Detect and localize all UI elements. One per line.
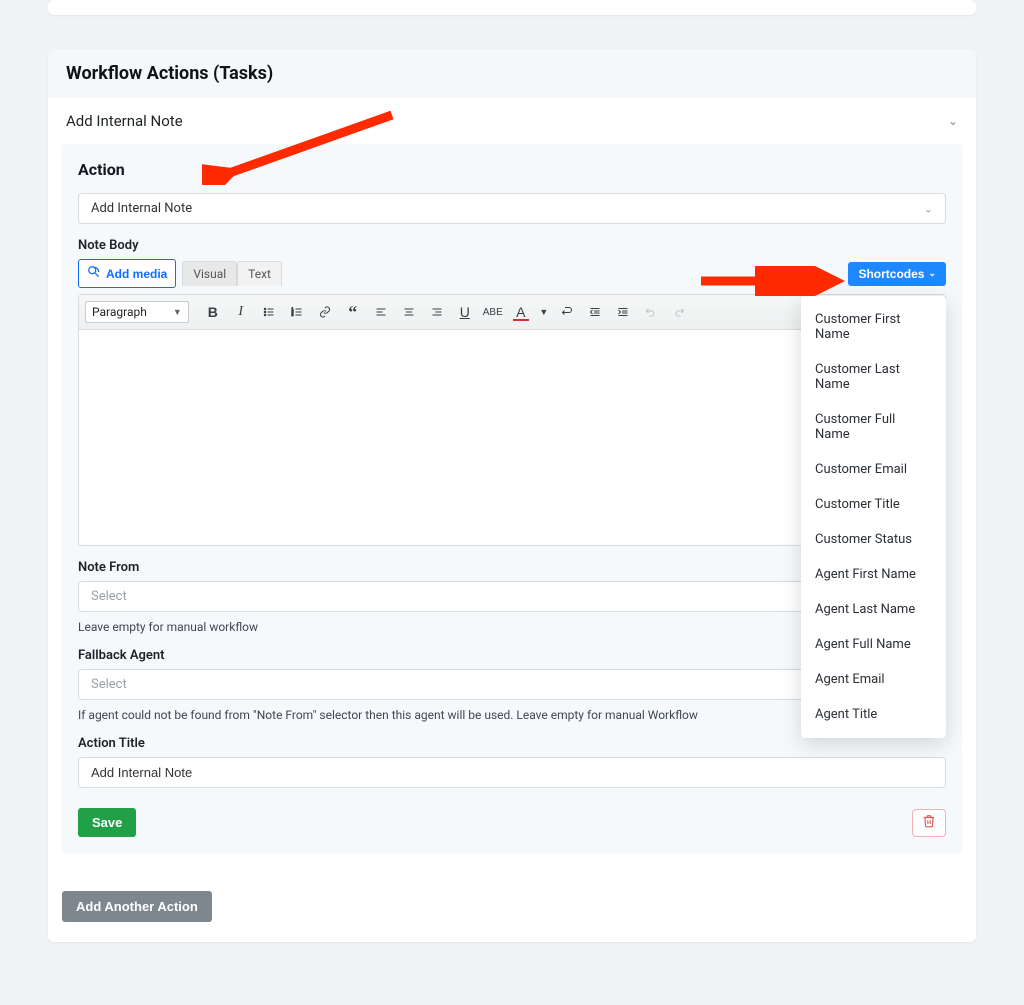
shortcode-item[interactable]: Agent Email [801, 662, 946, 697]
accordion-title: Add Internal Note [66, 112, 183, 130]
chevron-down-icon: ⌄ [924, 202, 933, 215]
blockquote-button[interactable]: “ [341, 300, 365, 324]
annotation-arrow-shortcodes [696, 266, 856, 296]
chevron-down-icon: ⌄ [928, 268, 936, 279]
action-title-input[interactable] [78, 757, 946, 788]
align-right-button[interactable] [425, 300, 449, 324]
panel-title: Workflow Actions (Tasks) [48, 49, 976, 98]
align-center-button[interactable] [397, 300, 421, 324]
tab-visual[interactable]: Visual [182, 261, 237, 286]
save-row: Save [78, 808, 946, 837]
text-color-dropdown[interactable]: ▼ [537, 300, 551, 324]
shortcode-item[interactable]: Customer Status [801, 522, 946, 557]
shortcodes-button[interactable]: Shortcodes ⌄ [848, 262, 946, 286]
strikethrough-button[interactable]: ABE [481, 300, 505, 324]
shortcode-item[interactable]: Agent Title [801, 697, 946, 732]
editor-left-tools: Add media Visual Text [78, 259, 282, 288]
outdent-button[interactable] [583, 300, 607, 324]
action-select[interactable]: Add Internal Note ⌄ [78, 193, 946, 224]
trash-icon [922, 814, 936, 831]
media-icon [87, 265, 101, 282]
clear-formatting-button[interactable] [555, 300, 579, 324]
format-select-value: Paragraph [92, 305, 147, 319]
bullet-list-button[interactable] [257, 300, 281, 324]
add-media-label: Add media [106, 267, 167, 281]
action-heading: Action [78, 160, 946, 179]
action-title-label: Action Title [78, 736, 946, 751]
shortcode-item[interactable]: Customer Last Name [801, 352, 946, 402]
note-body-label: Note Body [78, 238, 946, 253]
align-left-button[interactable] [369, 300, 393, 324]
workflow-actions-panel: Workflow Actions (Tasks) Add Internal No… [48, 49, 976, 942]
format-select[interactable]: Paragraph ▼ [85, 301, 189, 323]
action-accordion-header[interactable]: Add Internal Note ⌄ [48, 98, 976, 144]
save-button[interactable]: Save [78, 808, 136, 837]
shortcode-item[interactable]: Customer Title [801, 487, 946, 522]
editor-top-row: Add media Visual Text [78, 259, 946, 288]
text-color-button[interactable]: A [509, 300, 533, 324]
chevron-down-icon: ▼ [173, 307, 182, 318]
svg-text:3: 3 [291, 313, 293, 317]
italic-button[interactable]: I [229, 300, 253, 324]
shortcodes-wrapper: Shortcodes ⌄ Customer First Name Custome… [848, 262, 946, 286]
action-select-value: Add Internal Note [91, 201, 192, 216]
action-body: Action Add Internal Note ⌄ Note Body Add… [62, 144, 962, 853]
shortcode-item[interactable]: Customer First Name [801, 302, 946, 352]
undo-button[interactable] [639, 300, 663, 324]
prev-panel-fragment [48, 0, 976, 15]
tab-text[interactable]: Text [237, 261, 282, 286]
indent-button[interactable] [611, 300, 635, 324]
shortcodes-dropdown: Customer First Name Customer Last Name C… [801, 296, 946, 738]
shortcodes-label: Shortcodes [858, 267, 924, 281]
add-another-action-button[interactable]: Add Another Action [62, 891, 212, 922]
bold-button[interactable]: B [201, 300, 225, 324]
chevron-down-icon: ⌄ [948, 114, 958, 128]
fallback-agent-placeholder: Select [91, 677, 127, 692]
note-from-placeholder: Select [91, 589, 127, 604]
shortcode-item[interactable]: Customer Full Name [801, 402, 946, 452]
shortcode-item[interactable]: Agent First Name [801, 557, 946, 592]
add-media-button[interactable]: Add media [78, 259, 176, 288]
link-button[interactable] [313, 300, 337, 324]
delete-button[interactable] [912, 809, 946, 837]
numbered-list-button[interactable]: 123 [285, 300, 309, 324]
redo-button[interactable] [667, 300, 691, 324]
shortcode-item[interactable]: Agent Last Name [801, 592, 946, 627]
shortcode-item[interactable]: Customer Email [801, 452, 946, 487]
underline-button[interactable]: U [453, 300, 477, 324]
shortcode-item[interactable]: Agent Full Name [801, 627, 946, 662]
